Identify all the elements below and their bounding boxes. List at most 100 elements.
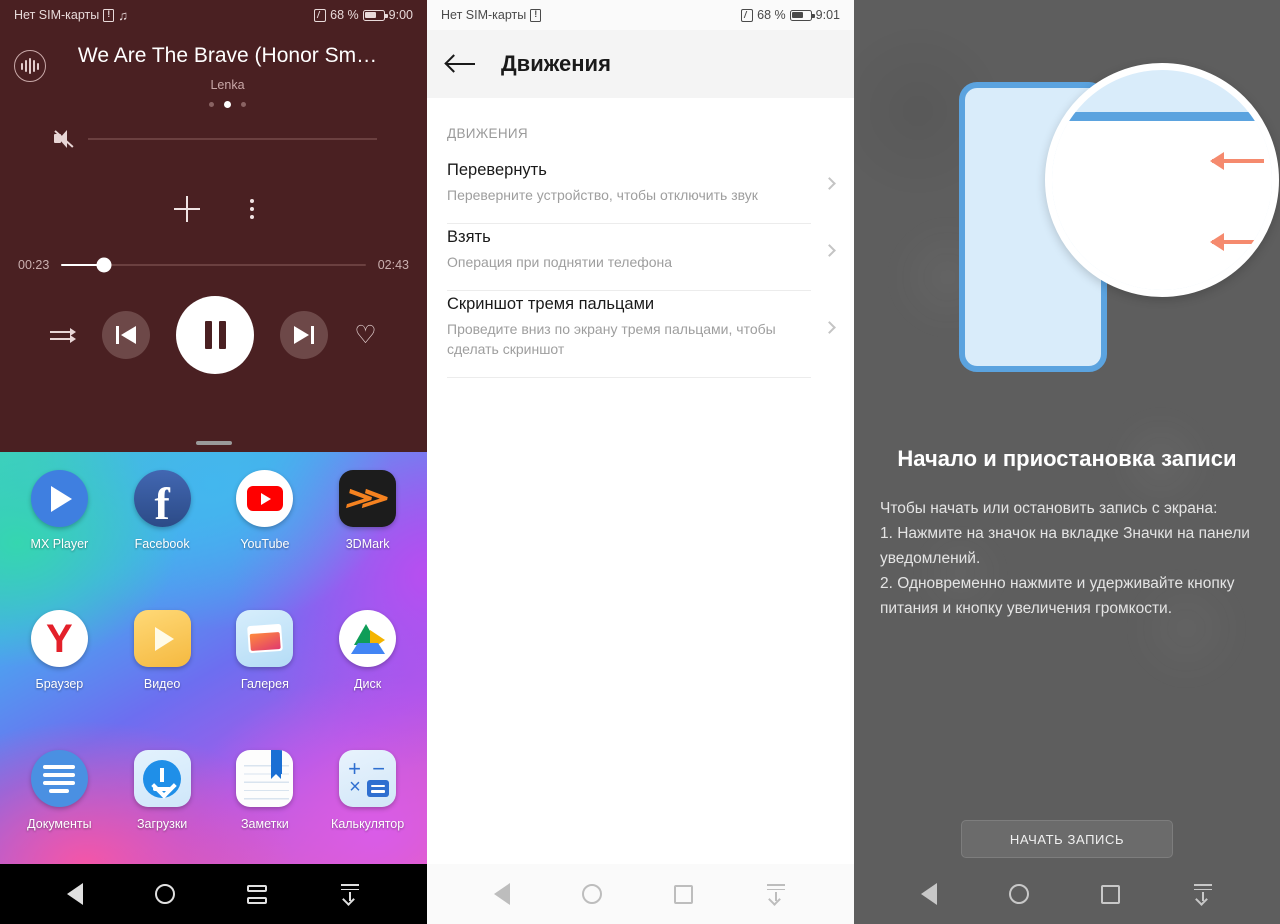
- back-arrow-icon[interactable]: [444, 53, 477, 75]
- shuffle-icon[interactable]: [50, 326, 77, 344]
- page-indicator-dots[interactable]: [52, 101, 403, 108]
- app-label: Заметки: [240, 817, 289, 831]
- 3dmark-icon[interactable]: ≫: [339, 470, 397, 527]
- app-label: Галерея: [240, 677, 289, 691]
- google-drive-icon[interactable]: [339, 610, 397, 667]
- page-dot[interactable]: [209, 102, 214, 107]
- battery-icon: [362, 9, 388, 21]
- clock-label: 9:00: [388, 8, 413, 22]
- tip-title: Начало и приостановка записи: [897, 446, 1237, 471]
- app-item-mx-player[interactable]: MX Player: [8, 470, 111, 610]
- calculator-icon[interactable]: + − ×: [339, 750, 397, 807]
- app-label: Документы: [27, 817, 92, 831]
- volume-slider-track[interactable]: [88, 138, 377, 140]
- skip-previous-icon: [116, 326, 137, 344]
- app-label: MX Player: [30, 537, 89, 551]
- seek-bar-row[interactable]: 00:23 02:43: [0, 257, 427, 273]
- facebook-icon[interactable]: f: [133, 470, 191, 527]
- notes-icon[interactable]: [236, 750, 294, 807]
- volume-mute-icon[interactable]: [54, 130, 74, 148]
- home-screen: MX Player f Facebook YouTube ≫ 3DMark Y …: [0, 452, 427, 864]
- nfc-icon: [741, 8, 754, 22]
- app-label: Видео: [143, 677, 181, 691]
- heart-icon[interactable]: ♡: [354, 322, 376, 348]
- pull-down-notifications-icon[interactable]: [1192, 884, 1214, 906]
- home-icon[interactable]: [582, 884, 602, 904]
- player-transport-controls: ♡: [0, 296, 427, 374]
- app-label: YouTube: [240, 537, 290, 551]
- list-item[interactable]: Взять Операция при поднятии телефона: [427, 224, 854, 291]
- skip-previous-button[interactable]: [102, 311, 151, 359]
- page-dot-active[interactable]: [224, 101, 231, 108]
- app-item-gallery[interactable]: Галерея: [214, 610, 317, 750]
- clock-label: 9:01: [815, 8, 840, 22]
- panel-screen-recorder-tip: Начало и приостановка записи Чтобы начат…: [854, 0, 1280, 924]
- arrow-left-icon: [1210, 152, 1264, 170]
- list-item-title: Перевернуть: [447, 161, 547, 179]
- app-grid: MX Player f Facebook YouTube ≫ 3DMark Y …: [0, 452, 427, 864]
- yandex-browser-icon[interactable]: Y: [30, 610, 88, 667]
- drag-handle[interactable]: [195, 441, 232, 445]
- list-item-subtitle: Операция при поднятии телефона: [447, 254, 673, 270]
- sim-missing-icon: [103, 8, 115, 22]
- seek-bar-handle[interactable]: [96, 257, 112, 273]
- volume-slider-row[interactable]: [0, 108, 427, 148]
- app-item-youtube[interactable]: YouTube: [214, 470, 317, 610]
- app-item-notes[interactable]: Заметки: [214, 750, 317, 864]
- list-item-text: Перевернуть Переверните устройство, чтоб…: [447, 157, 811, 224]
- pause-icon-bar: [204, 321, 212, 349]
- list-item[interactable]: Скриншот тремя пальцами Проведите вниз п…: [427, 291, 854, 378]
- app-item-facebook[interactable]: f Facebook: [111, 470, 214, 610]
- app-item-downloads[interactable]: Загрузки: [111, 750, 214, 864]
- back-icon[interactable]: [494, 883, 510, 905]
- skip-next-icon: [294, 326, 315, 344]
- app-item-3dmark[interactable]: ≫ 3DMark: [316, 470, 419, 610]
- app-label: Диск: [354, 677, 382, 691]
- video-icon[interactable]: [133, 610, 191, 667]
- plus-icon[interactable]: [173, 196, 200, 222]
- recents-icon[interactable]: [1100, 884, 1120, 904]
- player-secondary-actions: [0, 196, 427, 222]
- documents-icon[interactable]: [30, 750, 88, 807]
- nfc-icon: [314, 8, 327, 22]
- gallery-icon[interactable]: [236, 610, 294, 667]
- skip-next-button[interactable]: [280, 311, 329, 359]
- page-dot[interactable]: [241, 102, 246, 107]
- app-label: Калькулятор: [331, 817, 405, 831]
- recents-icon[interactable]: [674, 884, 693, 904]
- back-icon[interactable]: [66, 883, 83, 905]
- app-item-video[interactable]: Видео: [111, 610, 214, 750]
- panel-music-player-home: Нет SIM-карты ♫ 68 % 9:00 We Are The Bra…: [0, 0, 427, 924]
- play-pause-button[interactable]: [176, 296, 255, 374]
- battery-percent-label: 68 %: [757, 8, 786, 22]
- home-icon[interactable]: [1008, 884, 1029, 904]
- list-item-text: Скриншот тремя пальцами Проведите вниз п…: [447, 291, 811, 378]
- home-icon[interactable]: [154, 884, 175, 904]
- navigation-bar-2: [427, 864, 854, 924]
- status-bar-right: 68 % 9:00: [314, 8, 413, 22]
- start-recording-button[interactable]: НАЧАТЬ ЗАПИСЬ: [961, 820, 1173, 858]
- overflow-menu-icon[interactable]: [249, 199, 254, 219]
- status-bar-right: 68 % 9:01: [741, 8, 840, 22]
- youtube-icon[interactable]: [236, 470, 294, 527]
- list-item[interactable]: Перевернуть Переверните устройство, чтоб…: [427, 157, 854, 224]
- downloads-icon[interactable]: [133, 750, 191, 807]
- app-item-documents[interactable]: Документы: [8, 750, 111, 864]
- seek-bar-track[interactable]: [61, 257, 366, 273]
- app-item-browser[interactable]: Y Браузер: [8, 610, 111, 750]
- back-icon[interactable]: [920, 883, 937, 905]
- mx-player-icon[interactable]: [30, 470, 88, 527]
- sim-missing-icon: [530, 8, 542, 22]
- status-bar-left: Нет SIM-карты ♫: [14, 8, 128, 23]
- pull-down-notifications-icon[interactable]: [765, 884, 787, 906]
- app-label: Загрузки: [136, 817, 188, 831]
- app-item-calculator[interactable]: + − × Калькулятор: [316, 750, 419, 864]
- three-phone-screenshots: Нет SIM-карты ♫ 68 % 9:00 We Are The Bra…: [0, 0, 1280, 924]
- pull-down-notifications-icon[interactable]: [339, 884, 361, 906]
- carrier-label: Нет SIM-карты: [441, 8, 527, 22]
- recents-icon[interactable]: [246, 884, 267, 904]
- pause-icon-bar: [218, 321, 226, 349]
- elapsed-time-label: 00:23: [18, 258, 50, 272]
- facebook-glyph: f: [154, 478, 170, 527]
- app-item-drive[interactable]: Диск: [316, 610, 419, 750]
